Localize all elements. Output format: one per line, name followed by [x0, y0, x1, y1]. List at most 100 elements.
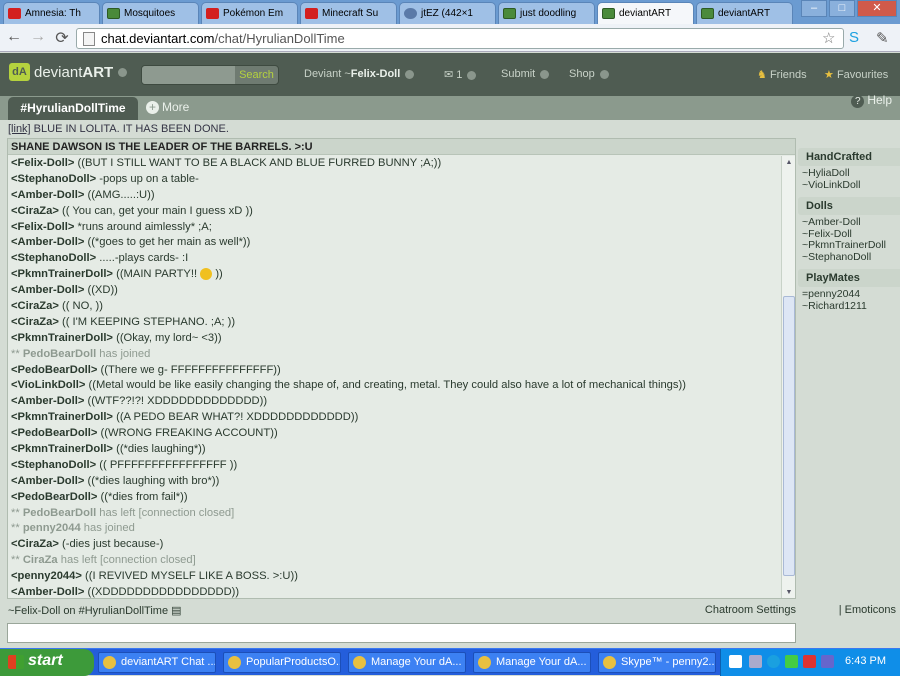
- browser-tab[interactable]: deviantART: [696, 2, 793, 24]
- more-rooms-button[interactable]: + More: [146, 100, 189, 114]
- close-window-button[interactable]: ✕: [857, 0, 897, 17]
- emoticons-link[interactable]: Emoticons: [845, 604, 896, 616]
- topic-link[interactable]: [link]: [8, 123, 31, 135]
- taskbar-item[interactable]: Manage Your dA...: [348, 652, 466, 673]
- messages-link[interactable]: ✉ 1: [444, 68, 477, 81]
- taskbar-item[interactable]: Manage Your dA...: [473, 652, 591, 673]
- browser-tab[interactable]: Pokémon Em: [201, 2, 298, 24]
- chevron-down-icon[interactable]: [118, 67, 128, 77]
- message-nick[interactable]: <CiraZa>: [11, 538, 59, 550]
- deviantart-logo[interactable]: dA deviantART: [9, 63, 128, 81]
- display-icon[interactable]: [821, 655, 834, 668]
- taskbar-item-label: Manage Your dA...: [496, 656, 587, 668]
- search-input[interactable]: [142, 66, 235, 84]
- browser-tab[interactable]: Minecraft Su: [300, 2, 397, 24]
- skype-tray-icon[interactable]: [767, 655, 780, 668]
- browser-tab[interactable]: jtEZ (442×1: [399, 2, 496, 24]
- notes-icon[interactable]: ▤: [171, 605, 181, 617]
- message-nick[interactable]: <Amber-Doll>: [11, 284, 84, 296]
- security-icon[interactable]: [803, 655, 816, 668]
- tab-hyruliandolltime[interactable]: #HyrulianDollTime: [8, 97, 138, 120]
- message-nick[interactable]: <Felix-Doll>: [11, 221, 74, 233]
- chat-message: <PedoBearDoll> ((WRONG FREAKING ACCOUNT)…: [11, 426, 795, 442]
- reload-icon[interactable]: ⟳: [52, 28, 72, 48]
- message-nick[interactable]: <PkmnTrainerDoll>: [11, 411, 113, 423]
- chatroom-settings-link[interactable]: Chatroom Settings: [705, 604, 796, 616]
- member-name[interactable]: ~Richard1211: [798, 300, 900, 313]
- message-nick[interactable]: <PedoBearDoll>: [11, 364, 97, 376]
- member-name[interactable]: =penny2044: [798, 288, 900, 301]
- network-icon[interactable]: [785, 655, 798, 668]
- message-nick[interactable]: <Felix-Doll>: [11, 157, 74, 169]
- minimize-button[interactable]: –: [801, 0, 827, 17]
- windows-logo-icon: [8, 655, 24, 669]
- message-nick[interactable]: penny2044: [23, 522, 81, 534]
- browser-tab-strip: Amnesia: Th Mosquitoes Pokémon Em Minecraft…: [0, 0, 900, 24]
- message-nick[interactable]: <PedoBearDoll>: [11, 491, 97, 503]
- message-nick[interactable]: <Amber-Doll>: [11, 189, 84, 201]
- maximize-button[interactable]: □: [829, 0, 855, 17]
- message-nick[interactable]: <VioLinkDoll>: [11, 379, 85, 391]
- favourites-link[interactable]: ★ Favourites: [824, 68, 888, 81]
- star-icon[interactable]: ☆: [822, 29, 835, 47]
- message-nick[interactable]: PedoBearDoll: [23, 507, 96, 519]
- chat-message: <PkmnTrainerDoll> ((Okay, my lord~ <3)): [11, 331, 795, 347]
- volume-icon[interactable]: [749, 655, 762, 668]
- browser-tab-title: deviantART: [718, 8, 771, 19]
- help-tray-icon[interactable]: [729, 655, 742, 668]
- room-topic: [link] BLUE IN LOLITA. IT HAS BEEN DONE.: [0, 120, 900, 138]
- submit-link[interactable]: Submit: [501, 68, 550, 80]
- user-menu[interactable]: Deviant ~Felix-Doll: [304, 68, 415, 80]
- message-nick[interactable]: <PkmnTrainerDoll>: [11, 443, 113, 455]
- scroll-down-icon[interactable]: ▼: [783, 586, 795, 598]
- browser-tab[interactable]: Amnesia: Th: [3, 2, 100, 24]
- taskbar-item[interactable]: deviantART Chat ...: [98, 652, 216, 673]
- member-name[interactable]: ~Amber-Doll: [798, 216, 900, 229]
- logo-text: deviant: [34, 63, 83, 81]
- message-nick[interactable]: <PedoBearDoll>: [11, 427, 97, 439]
- message-nick[interactable]: <PkmnTrainerDoll>: [11, 268, 113, 280]
- browser-tab[interactable]: deviantART: [597, 2, 694, 24]
- browser-tab[interactable]: Mosquitoes: [102, 2, 199, 24]
- message-nick[interactable]: CiraZa: [23, 554, 58, 566]
- message-nick[interactable]: <penny2044>: [11, 570, 82, 582]
- message-nick[interactable]: <Amber-Doll>: [11, 236, 84, 248]
- start-button[interactable]: start: [0, 649, 94, 676]
- message-nick[interactable]: <CiraZa>: [11, 316, 59, 328]
- message-nick[interactable]: PedoBearDoll: [23, 348, 96, 360]
- message-nick[interactable]: <PkmnTrainerDoll>: [11, 332, 113, 344]
- taskbar-item[interactable]: Skype™ - penny2...: [598, 652, 716, 673]
- message-nick[interactable]: <CiraZa>: [11, 205, 59, 217]
- member-name[interactable]: ~HyliaDoll: [798, 167, 900, 180]
- message-nick[interactable]: <Amber-Doll>: [11, 475, 84, 487]
- message-nick[interactable]: <Amber-Doll>: [11, 395, 84, 407]
- address-bar[interactable]: chat.deviantart.com/chat/HyrulianDollTim…: [76, 28, 844, 49]
- chat-message: <VioLinkDoll> ((Metal would be like easi…: [11, 378, 795, 394]
- scrollbar-thumb[interactable]: [783, 296, 795, 576]
- wrench-icon[interactable]: ✎: [876, 29, 889, 47]
- message-nick[interactable]: <Amber-Doll>: [11, 586, 84, 598]
- message-nick[interactable]: <StephanoDoll>: [11, 252, 96, 264]
- friends-link[interactable]: ♞ Friends: [757, 68, 807, 81]
- message-nick[interactable]: <StephanoDoll>: [11, 173, 96, 185]
- shop-link[interactable]: Shop: [569, 68, 609, 80]
- chat-input[interactable]: [7, 623, 796, 643]
- taskbar-item[interactable]: PopularProductsO...: [223, 652, 341, 673]
- chat-scrollbar[interactable]: ▲ ▼: [781, 156, 795, 598]
- message-nick[interactable]: <StephanoDoll>: [11, 459, 96, 471]
- search-button[interactable]: Search: [235, 66, 278, 84]
- youtube-icon: [206, 8, 219, 19]
- windows-taskbar: start deviantART Chat ... PopularProducts…: [0, 648, 900, 676]
- system-prefix: **: [11, 522, 23, 535]
- skype-icon[interactable]: S: [849, 29, 859, 46]
- browser-tab[interactable]: just doodling: [498, 2, 595, 24]
- forward-arrow-icon[interactable]: →: [28, 28, 48, 46]
- scroll-up-icon[interactable]: ▲: [783, 156, 795, 169]
- help-link[interactable]: ? Help: [851, 93, 892, 108]
- chrome-icon: [103, 656, 116, 669]
- member-name[interactable]: ~VioLinkDoll: [798, 179, 900, 192]
- member-name[interactable]: ~PkmnTrainerDoll: [798, 239, 900, 252]
- message-nick[interactable]: <CiraZa>: [11, 300, 59, 312]
- back-arrow-icon[interactable]: ←: [4, 28, 24, 46]
- member-name[interactable]: ~StephanoDoll: [798, 251, 900, 264]
